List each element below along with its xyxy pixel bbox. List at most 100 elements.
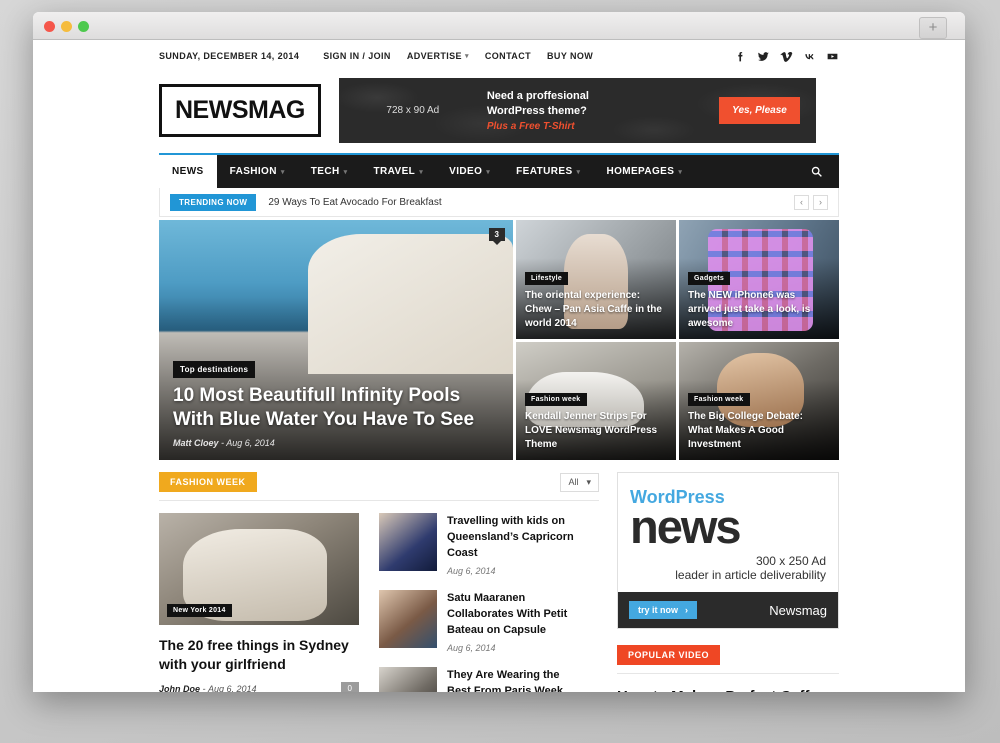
hero-tile-row-bottom: Fashion week Kendall Jenner Strips For L… — [516, 341, 839, 460]
list-item[interactable]: They Are Wearing the Best From Paris Wee… — [379, 667, 579, 692]
hero-tile-fashion-car[interactable]: Fashion week Kendall Jenner Strips For L… — [516, 341, 676, 460]
tile-category-badge[interactable]: Fashion week — [688, 393, 750, 406]
list-item-thumbnail — [379, 667, 437, 692]
popular-video-title[interactable]: How to Make a Perfect Caffe Macchiato [v… — [617, 686, 839, 692]
list-item-thumbnail — [379, 513, 437, 571]
sidebar-ad[interactable]: WordPress news 300 x 250 Ad leader in ar… — [617, 472, 839, 629]
hero-tile-gadgets[interactable]: Gadgets The NEW iPhone6 was arrived just… — [679, 220, 839, 339]
featured-author[interactable]: John Doe — [159, 684, 200, 693]
nav-item-video[interactable]: VIDEO ▾ — [436, 155, 503, 188]
vimeo-icon[interactable] — [780, 50, 793, 63]
chevron-down-icon: ▾ — [576, 168, 581, 176]
facebook-icon[interactable] — [734, 50, 747, 63]
section-badge-popular-video[interactable]: POPULAR VIDEO — [617, 645, 721, 665]
tile-title[interactable]: The NEW iPhone6 was arrived just take a … — [688, 289, 830, 331]
list-item[interactable]: Travelling with kids on Queensland’s Cap… — [379, 513, 579, 576]
close-window-button[interactable] — [44, 21, 55, 32]
tile-category-badge[interactable]: Fashion week — [525, 393, 587, 406]
nav-item-homepages[interactable]: HOMEPAGES ▾ — [593, 155, 695, 188]
youtube-icon[interactable] — [826, 50, 839, 63]
tile-category-badge[interactable]: Lifestyle — [525, 271, 569, 285]
arrow-right-icon: › — [685, 605, 688, 615]
new-tab-button[interactable]: + — [919, 17, 947, 39]
top-link-buynow[interactable]: BUY NOW — [547, 51, 593, 61]
banner-ad[interactable]: 728 x 90 Ad Need a proffesional WordPres… — [338, 78, 816, 143]
hero-main-title[interactable]: 10 Most Beautifull Infinity Pools With B… — [173, 384, 499, 432]
chevron-down-icon: ▾ — [464, 53, 469, 60]
section-badge-fashion-week[interactable]: FASHION WEEK — [159, 472, 257, 492]
top-link-contact[interactable]: CONTACT — [485, 51, 531, 61]
hero-date: Aug 6, 2014 — [226, 438, 275, 448]
list-item-text: Satu Maaranen Collaborates With Petit Ba… — [447, 590, 579, 653]
social-links — [734, 50, 839, 63]
category-filter-dropdown[interactable]: All ▾ — [560, 472, 599, 492]
cta-label: try it now — [638, 605, 678, 615]
nav-item-features[interactable]: FEATURES ▾ — [503, 155, 593, 188]
section-header: FASHION WEEK All ▾ — [159, 472, 599, 501]
featured-article-meta: John Doe - Aug 6, 2014 0 — [159, 682, 359, 692]
nav-item-tech[interactable]: TECH ▾ — [298, 155, 361, 188]
banner-ad-line3: Plus a Free T-Shirt — [486, 121, 575, 132]
hero-tile-fashion-college[interactable]: Fashion week The Big College Debate: Wha… — [679, 341, 839, 460]
list-item-text: They Are Wearing the Best From Paris Wee… — [447, 667, 579, 692]
filter-value: All — [568, 477, 579, 487]
website: SUNDAY, DECEMBER 14, 2014 SIGN IN / JOIN… — [33, 40, 965, 692]
brand-row: NEWSMAG 728 x 90 Ad Need a proffesional … — [159, 72, 839, 153]
banner-ad-size: 728 x 90 Ad — [386, 105, 440, 116]
window-controls — [44, 21, 89, 32]
tile-title[interactable]: Kendall Jenner Strips For LOVE Newsmag W… — [525, 410, 667, 452]
chevron-down-icon: ▾ — [280, 168, 285, 176]
top-link-advertise[interactable]: ADVERTISE ▾ — [407, 51, 469, 61]
list-item-thumbnail — [379, 590, 437, 648]
comment-count-badge: 3 — [488, 228, 505, 245]
trending-headline[interactable]: 29 Ways To Eat Avocado For Breakfast — [268, 197, 441, 208]
maximize-window-button[interactable] — [78, 21, 89, 32]
browser-window: + SUNDAY, DECEMBER 14, 2014 SIGN IN / JO… — [33, 12, 965, 692]
sidebar-ad-tagline: leader in article deliverability — [675, 568, 826, 582]
articles-grid: New York 2014 The 20 free things in Sydn… — [159, 513, 599, 692]
hero-category-badge[interactable]: Top destinations — [173, 361, 256, 378]
hero-author[interactable]: Matt Cloey — [173, 438, 219, 448]
nav-item-news[interactable]: NEWS — [159, 155, 217, 188]
search-button[interactable] — [794, 155, 839, 188]
featured-article-title[interactable]: The 20 free things in Sydney with your g… — [159, 636, 359, 674]
trending-next-button[interactable]: › — [813, 194, 828, 210]
tile-title[interactable]: The Big College Debate: What Makes A Goo… — [688, 410, 830, 452]
list-item-title[interactable]: They Are Wearing the Best From Paris Wee… — [447, 667, 579, 692]
featured-article-image[interactable]: New York 2014 — [159, 513, 359, 625]
popular-video-widget: POPULAR VIDEO How to Make a Perfect Caff… — [617, 645, 839, 692]
main-column: FASHION WEEK All ▾ New York 2014 The 20 … — [159, 472, 599, 692]
hero-main-article[interactable]: 3 Top destinations 10 Most Beautifull In… — [159, 220, 513, 460]
desktop-background: + SUNDAY, DECEMBER 14, 2014 SIGN IN / JO… — [0, 0, 1000, 743]
site-logo[interactable]: NEWSMAG — [159, 84, 321, 137]
trending-prev-button[interactable]: ‹ — [794, 194, 809, 210]
article-list: Travelling with kids on Queensland’s Cap… — [379, 513, 579, 692]
twitter-icon[interactable] — [757, 50, 770, 63]
top-bar: SUNDAY, DECEMBER 14, 2014 SIGN IN / JOIN… — [159, 40, 839, 72]
tile-body: Gadgets The NEW iPhone6 was arrived just… — [688, 267, 830, 331]
tile-title[interactable]: The oriental experience: Chew – Pan Asia… — [525, 289, 667, 331]
sidebar-ad-cta-button[interactable]: try it now › — [629, 601, 697, 619]
minimize-window-button[interactable] — [61, 21, 72, 32]
banner-ad-cta-button[interactable]: Yes, Please — [719, 97, 800, 124]
hero-main-body: Top destinations 10 Most Beautifull Infi… — [173, 359, 499, 448]
hero-main-meta: Matt Cloey - Aug 6, 2014 — [173, 438, 499, 448]
list-item[interactable]: Satu Maaranen Collaborates With Petit Ba… — [379, 590, 579, 653]
list-item-title[interactable]: Travelling with kids on Queensland’s Cap… — [447, 513, 579, 561]
nav-item-fashion[interactable]: FASHION ▾ — [217, 155, 298, 188]
top-link-signin[interactable]: SIGN IN / JOIN — [323, 51, 391, 61]
tile-body: Lifestyle The oriental experience: Chew … — [525, 267, 667, 331]
sidebar: WordPress news 300 x 250 Ad leader in ar… — [617, 472, 839, 692]
browser-viewport: SUNDAY, DECEMBER 14, 2014 SIGN IN / JOIN… — [33, 40, 965, 692]
nav-item-travel[interactable]: TRAVEL ▾ — [361, 155, 437, 188]
vk-icon[interactable] — [803, 50, 816, 63]
chevron-down-icon: ▾ — [586, 476, 591, 487]
hero-tile-lifestyle[interactable]: Lifestyle The oriental experience: Chew … — [516, 220, 676, 339]
comment-count-badge: 0 — [340, 682, 359, 692]
tile-category-badge[interactable]: Gadgets — [688, 271, 731, 285]
list-item-title[interactable]: Satu Maaranen Collaborates With Petit Ba… — [447, 590, 579, 638]
banner-ad-copy: Need a proffesional WordPress theme? Plu… — [487, 89, 719, 132]
trending-arrows: ‹ › — [794, 194, 828, 210]
video-section-header: POPULAR VIDEO — [617, 645, 839, 674]
featured-category-badge[interactable]: New York 2014 — [167, 604, 232, 617]
